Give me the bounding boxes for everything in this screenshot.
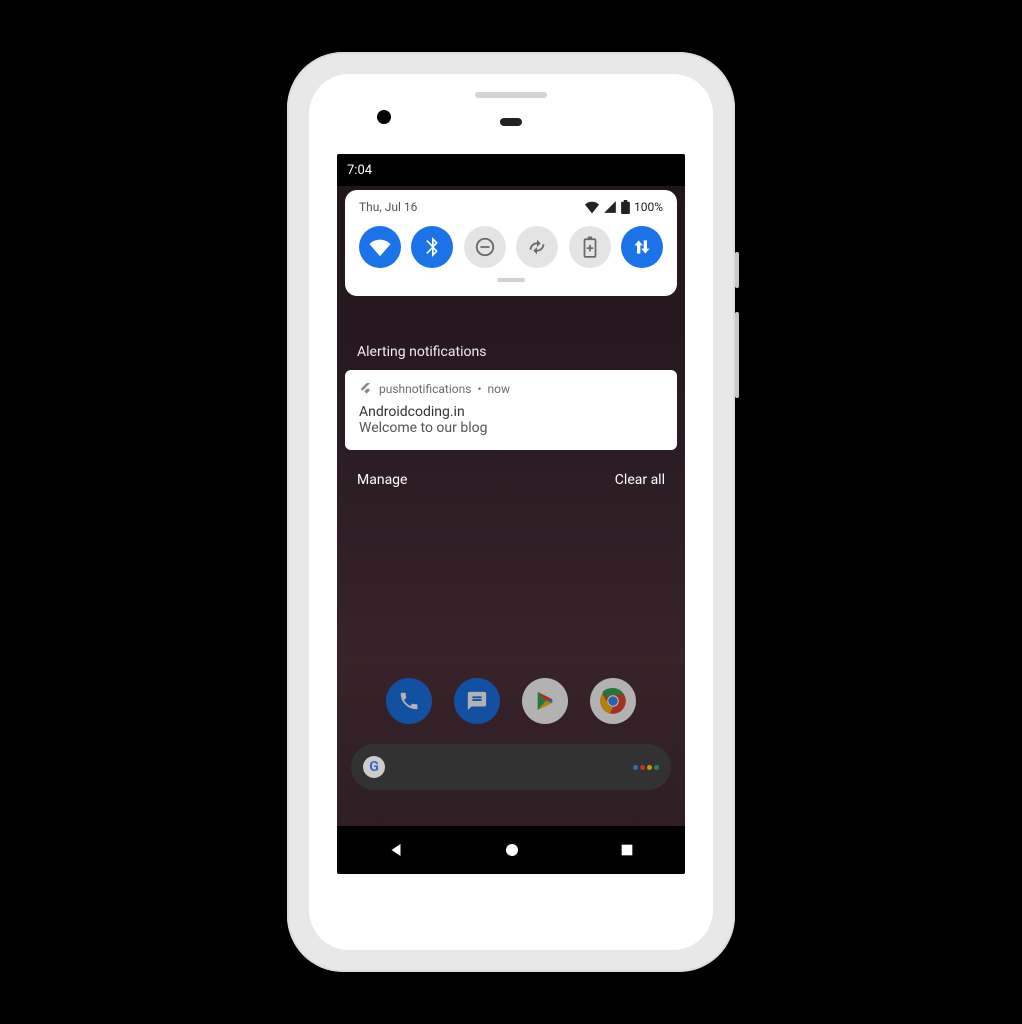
qs-toggle-rotate[interactable] (516, 226, 558, 268)
dock-messages-app[interactable] (454, 678, 500, 724)
qs-status-icons: 100% (585, 200, 663, 214)
notification-body: Welcome to our blog (359, 420, 663, 436)
signal-status-icon (603, 200, 617, 214)
quick-settings-panel[interactable]: Thu, Jul 16 100% (345, 190, 677, 296)
status-bar: 7:04 (337, 154, 685, 186)
navigation-bar (337, 826, 685, 874)
phone-icon (398, 690, 420, 712)
qs-drag-handle[interactable] (497, 278, 525, 282)
status-time: 7:04 (347, 163, 372, 178)
notification-actions: Manage Clear all (357, 472, 665, 488)
app-dock (337, 678, 685, 724)
dock-play-store-app[interactable] (522, 678, 568, 724)
front-camera (377, 110, 391, 124)
bluetooth-icon (422, 237, 442, 257)
wifi-status-icon (585, 200, 599, 214)
battery-status-icon (621, 200, 630, 214)
qs-header: Thu, Jul 16 100% (359, 200, 663, 214)
manage-button[interactable]: Manage (357, 472, 407, 488)
qs-toggles-row (359, 226, 663, 268)
clear-all-button[interactable]: Clear all (615, 472, 665, 488)
notification-section-label: Alerting notifications (357, 344, 486, 360)
qs-toggle-dnd[interactable] (464, 226, 506, 268)
nav-recent-button[interactable] (619, 842, 635, 858)
notification-header: pushnotifications • now (359, 382, 663, 396)
notification-app-name: pushnotifications (379, 382, 471, 396)
dock-phone-app[interactable] (386, 678, 432, 724)
volume-buttons[interactable] (735, 312, 739, 398)
earpiece (500, 118, 522, 126)
battery-saver-icon (583, 236, 597, 258)
speaker-grille (475, 92, 547, 98)
google-logo-icon: G (363, 756, 385, 778)
rotate-icon (526, 236, 548, 258)
notification-title: Androidcoding.in (359, 404, 663, 420)
messages-icon (466, 690, 488, 712)
nav-back-button[interactable] (387, 841, 405, 859)
flutter-icon (359, 382, 373, 396)
battery-percent: 100% (634, 200, 663, 214)
qs-date: Thu, Jul 16 (359, 200, 417, 214)
qs-toggle-battery-saver[interactable] (569, 226, 611, 268)
google-search-bar[interactable]: G (351, 744, 671, 790)
power-button[interactable] (735, 252, 739, 288)
dnd-icon (474, 236, 496, 258)
data-icon (632, 237, 652, 257)
notification-card[interactable]: pushnotifications • now Androidcoding.in… (345, 370, 677, 450)
bullet-separator: • (477, 382, 481, 396)
screen: 7:04 Thu, Jul 16 100% (337, 154, 685, 874)
play-store-icon (534, 690, 556, 712)
nav-home-button[interactable] (504, 842, 520, 858)
qs-toggle-bluetooth[interactable] (411, 226, 453, 268)
device-frame: 7:04 Thu, Jul 16 100% (287, 52, 735, 972)
chrome-icon (599, 687, 627, 715)
notification-time: now (488, 382, 511, 396)
device-bezel: 7:04 Thu, Jul 16 100% (309, 74, 713, 950)
qs-toggle-wifi[interactable] (359, 226, 401, 268)
dock-chrome-app[interactable] (590, 678, 636, 724)
wifi-icon (369, 236, 391, 258)
qs-toggle-data[interactable] (621, 226, 663, 268)
assistant-icon[interactable] (633, 765, 659, 770)
